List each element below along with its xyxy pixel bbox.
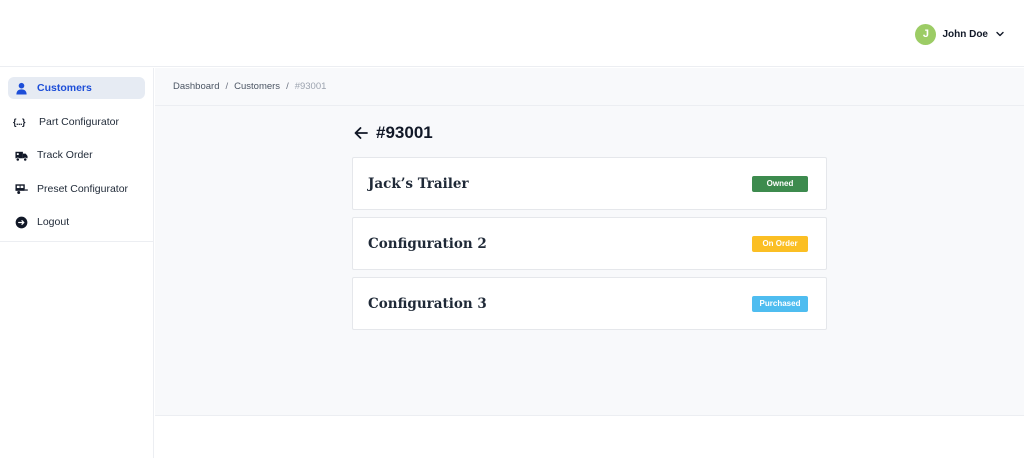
- configuration-list: Jack’s Trailer Owned Configuration 2 On …: [352, 157, 827, 337]
- arrow-left-icon[interactable]: [352, 124, 370, 142]
- page-header: #93001: [352, 123, 433, 143]
- sidebar-item-part-configurator[interactable]: {...} Part Configurator: [8, 111, 145, 133]
- sidebar-item-preset-configurator[interactable]: Preset Configurator: [8, 178, 145, 200]
- breadcrumb-separator: /: [225, 81, 229, 92]
- sidebar-item-logout[interactable]: Logout: [8, 211, 145, 233]
- sidebar-item-label: Preset Configurator: [37, 182, 129, 195]
- sidebar-item-label: Customers: [37, 82, 92, 94]
- page-title: #93001: [376, 123, 433, 142]
- sidebar-item-label: Track Order: [37, 149, 93, 161]
- main-content: Dashboard / Customers / #93001 #93001 Ja…: [155, 68, 1024, 416]
- trailer-icon: [13, 181, 29, 197]
- breadcrumb-customers[interactable]: Customers: [234, 81, 280, 92]
- sidebar-nav: Customers {...} Part Configurator Track …: [0, 68, 153, 242]
- truck-icon: [13, 147, 29, 163]
- breadcrumb-dashboard[interactable]: Dashboard: [173, 81, 219, 92]
- sidebar-item-label: Part Configurator: [39, 115, 119, 128]
- sidebar-item-track-order[interactable]: Track Order: [8, 144, 145, 166]
- breadcrumb: Dashboard / Customers / #93001: [155, 68, 1024, 106]
- status-badge: Owned: [752, 175, 808, 192]
- configuration-name: Configuration 3: [368, 295, 487, 312]
- configuration-name: Jack’s Trailer: [368, 175, 469, 192]
- user-menu[interactable]: J John Doe: [915, 23, 1006, 45]
- chevron-down-icon[interactable]: [994, 28, 1006, 40]
- avatar[interactable]: J: [915, 23, 937, 45]
- sidebar: Customers {...} Part Configurator Track …: [0, 68, 154, 458]
- configuration-card[interactable]: Configuration 3 Purchased: [352, 277, 827, 330]
- user-name[interactable]: John Doe: [942, 29, 988, 40]
- configuration-card[interactable]: Configuration 2 On Order: [352, 217, 827, 270]
- configuration-card[interactable]: Jack’s Trailer Owned: [352, 157, 827, 210]
- sidebar-item-label: Logout: [37, 216, 70, 228]
- breadcrumb-current: #93001: [294, 81, 327, 92]
- status-badge: Purchased: [752, 295, 808, 312]
- top-header: J John Doe: [0, 0, 1024, 67]
- user-icon: [13, 80, 29, 96]
- breadcrumb-separator: /: [286, 81, 289, 92]
- sidebar-item-customers[interactable]: Customers: [8, 77, 145, 99]
- configuration-name: Configuration 2: [368, 235, 487, 252]
- status-badge: On Order: [752, 235, 808, 252]
- logout-icon: [13, 214, 29, 230]
- braces-icon: {...}: [13, 116, 26, 127]
